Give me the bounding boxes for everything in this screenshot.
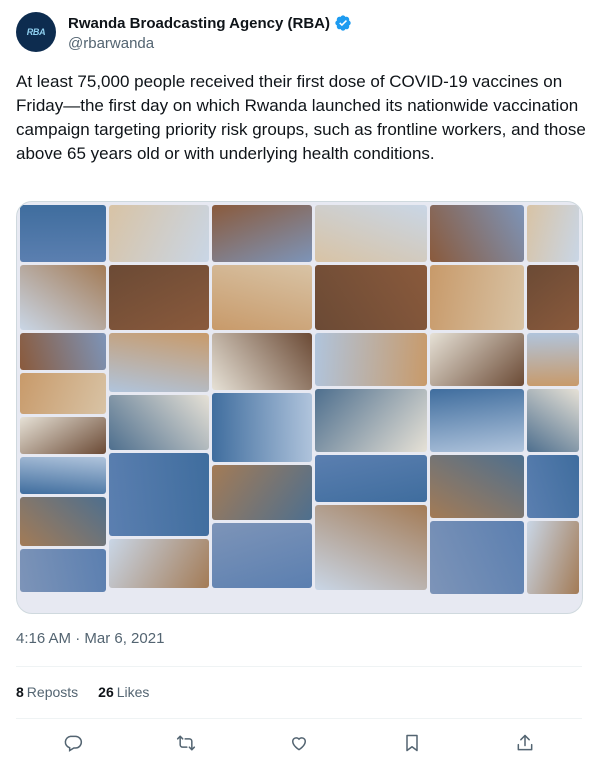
collage-photo-tile — [527, 521, 579, 594]
collage-photo-tile — [212, 465, 312, 520]
collage-photo-tile — [109, 453, 209, 536]
collage-photo-tile — [212, 333, 312, 390]
divider — [16, 718, 582, 719]
collage-photo-tile — [20, 417, 106, 454]
collage-photo-tile — [315, 505, 427, 590]
account-handle[interactable]: @rbarwanda — [68, 35, 154, 52]
collage-photo-tile — [430, 389, 524, 452]
collage-photo-tile — [315, 333, 427, 386]
collage-photo-tile — [20, 457, 106, 494]
collage-photo-tile — [527, 333, 579, 386]
collage-photo-tile — [20, 373, 106, 414]
like-icon[interactable] — [288, 732, 310, 754]
collage-photo-tile — [212, 393, 312, 462]
share-icon[interactable] — [514, 732, 536, 754]
action-bar — [16, 728, 582, 758]
collage-photo-tile — [20, 333, 106, 370]
collage-photo-tile — [212, 265, 312, 330]
photo-collage-image[interactable] — [16, 201, 583, 614]
collage-photo-tile — [20, 497, 106, 546]
divider — [16, 666, 582, 667]
collage-photo-tile — [109, 539, 209, 588]
reposts-stat[interactable]: 8 Reposts — [16, 684, 78, 700]
collage-photo-tile — [315, 455, 427, 502]
engagement-stats: 8 Reposts 26 Likes — [16, 684, 149, 700]
bookmark-icon[interactable] — [401, 732, 423, 754]
avatar-logo-text: RBA — [26, 27, 46, 37]
collage-photo-tile — [430, 205, 524, 262]
tweet-text: At least 75,000 people received their fi… — [16, 72, 586, 163]
collage-photo-tile — [527, 389, 579, 452]
collage-photo-tile — [315, 389, 427, 452]
collage-photo-tile — [109, 395, 209, 450]
collage-photo-tile — [315, 265, 427, 330]
collage-photo-tile — [20, 265, 106, 330]
collage-photo-tile — [315, 205, 427, 262]
collage-photo-tile — [527, 265, 579, 330]
likes-stat[interactable]: 26 Likes — [98, 684, 149, 700]
reposts-count: 8 — [16, 684, 24, 700]
display-name[interactable]: Rwanda Broadcasting Agency (RBA) — [68, 15, 330, 32]
collage-photo-tile — [20, 549, 106, 592]
collage-photo-tile — [109, 333, 209, 392]
collage-photo-tile — [527, 205, 579, 262]
likes-count: 26 — [98, 684, 114, 700]
collage-photo-tile — [109, 205, 209, 262]
collage-photo-tile — [430, 521, 524, 594]
reposts-label: Reposts — [26, 684, 79, 700]
tweet-timestamp[interactable]: 4:16 AM · Mar 6, 2021 — [16, 630, 164, 647]
collage-photo-tile — [109, 265, 209, 330]
author-name-row: Rwanda Broadcasting Agency (RBA) — [68, 14, 352, 32]
collage-photo-tile — [20, 205, 106, 262]
avatar[interactable]: RBA — [16, 12, 56, 52]
verified-badge-icon — [335, 15, 351, 31]
collage-photo-tile — [212, 523, 312, 588]
collage-photo-tile — [430, 333, 524, 386]
collage-photo-tile — [430, 265, 524, 330]
collage-photo-tile — [430, 455, 524, 518]
likes-label: Likes — [116, 684, 150, 700]
reply-icon[interactable] — [62, 732, 84, 754]
collage-photo-tile — [212, 205, 312, 262]
repost-icon[interactable] — [175, 732, 197, 754]
collage-photo-tile — [527, 455, 579, 518]
